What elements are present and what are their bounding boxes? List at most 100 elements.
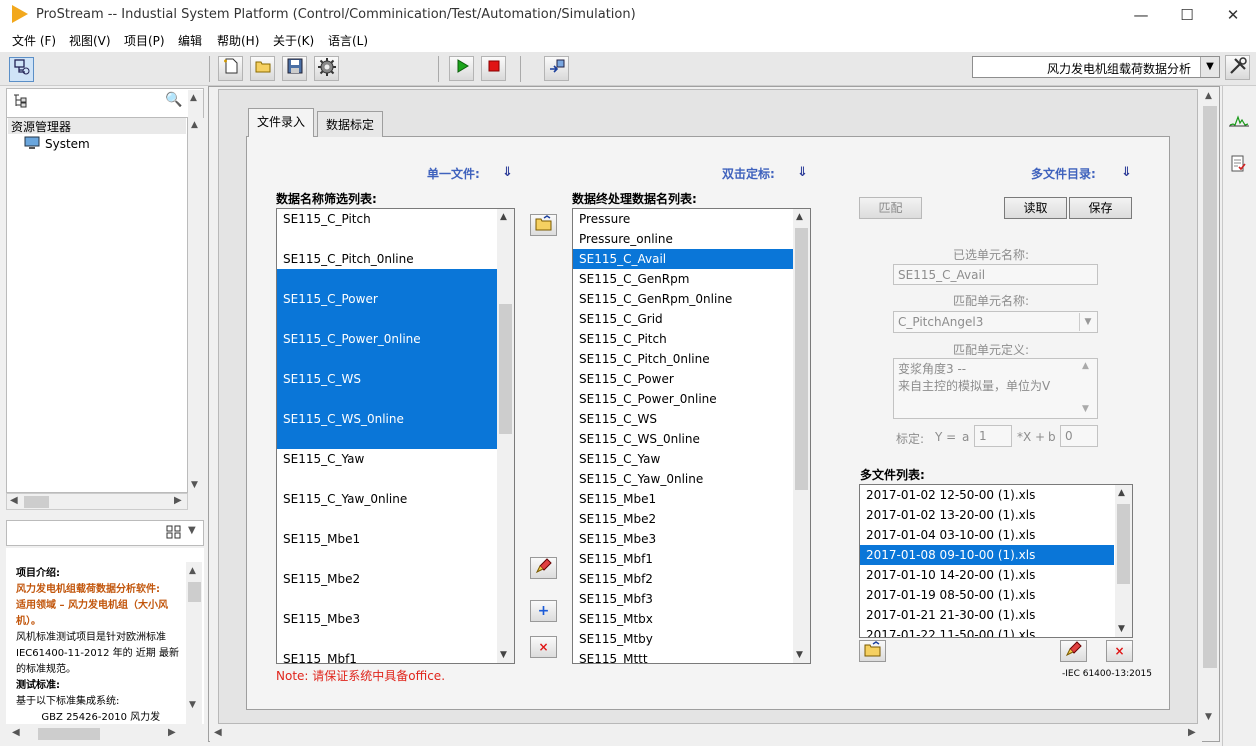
tree-scroll-right-icon[interactable]: ▶ bbox=[174, 495, 182, 506]
final-list-item[interactable]: SE115_C_Power_0nline bbox=[573, 389, 793, 409]
def-scroll-up-icon[interactable]: ▲ bbox=[1082, 361, 1089, 371]
filter-list-item[interactable] bbox=[277, 549, 497, 569]
multi-file-item[interactable]: 2017-01-19 08-50-00 (1).xls bbox=[860, 585, 1114, 605]
tab-file-input[interactable]: 文件录入 bbox=[248, 108, 314, 137]
swap-icon[interactable] bbox=[544, 56, 569, 81]
final-list-item[interactable]: SE115_C_Power bbox=[573, 369, 793, 389]
filter-scroll-up-icon[interactable]: ▲ bbox=[500, 212, 507, 222]
multi-scroll-down-icon[interactable]: ▼ bbox=[1118, 624, 1125, 634]
intro-hscroll-thumb[interactable] bbox=[38, 728, 100, 740]
final-list-item[interactable]: SE115_Mtby bbox=[573, 629, 793, 649]
minimize-button[interactable]: — bbox=[1118, 0, 1164, 30]
tree-scroll-down-icon[interactable]: ▼ bbox=[191, 480, 198, 490]
main-scroll-down-icon[interactable]: ▼ bbox=[1205, 712, 1212, 722]
final-listbox[interactable]: Pressure Pressure_online SE115_C_Avail SE11… bbox=[572, 208, 811, 664]
multi-import-button[interactable] bbox=[859, 640, 886, 662]
final-list-item[interactable]: SE115_Mbf2 bbox=[573, 569, 793, 589]
filter-list-item[interactable]: SE115_C_Pitch bbox=[277, 209, 497, 229]
final-list-item[interactable]: SE115_C_Avail bbox=[573, 249, 793, 269]
add-button[interactable]: + bbox=[530, 600, 557, 622]
final-scroll-down-icon[interactable]: ▼ bbox=[796, 650, 803, 660]
filter-list-item[interactable] bbox=[277, 269, 497, 289]
final-list-item[interactable]: Pressure bbox=[573, 209, 793, 229]
open-folder-icon[interactable] bbox=[250, 56, 275, 81]
filter-list-item[interactable]: SE115_C_Yaw_0nline bbox=[277, 489, 497, 509]
filter-list-item[interactable]: SE115_C_Yaw bbox=[277, 449, 497, 469]
menu-help[interactable]: 帮助(H) bbox=[217, 32, 259, 49]
remove-button[interactable]: × bbox=[530, 636, 557, 658]
final-list-item[interactable]: SE115_C_Grid bbox=[573, 309, 793, 329]
tree-scrollbar[interactable] bbox=[188, 117, 203, 493]
multi-remove-button[interactable]: × bbox=[1106, 640, 1133, 662]
final-list-item[interactable]: SE115_Mbe3 bbox=[573, 529, 793, 549]
checklist-icon[interactable] bbox=[1230, 155, 1248, 176]
filter-list-item[interactable] bbox=[277, 389, 497, 409]
collapse-chevron-icon[interactable]: ▼ bbox=[188, 525, 196, 536]
filter-list-item[interactable] bbox=[277, 229, 497, 249]
filter-list-item[interactable] bbox=[277, 589, 497, 609]
def-scroll-down-icon[interactable]: ▼ bbox=[1082, 404, 1089, 414]
calib-b-input[interactable]: 0 bbox=[1060, 425, 1098, 447]
menu-edit[interactable]: 编辑 bbox=[178, 32, 202, 49]
stop-icon[interactable] bbox=[481, 56, 506, 81]
calib-a-input[interactable]: 1 bbox=[974, 425, 1012, 447]
final-list-item[interactable]: SE115_C_GenRpm bbox=[573, 269, 793, 289]
final-list-item[interactable]: SE115_C_Pitch_0nline bbox=[573, 349, 793, 369]
multi-file-listbox[interactable]: 2017-01-02 12-50-00 (1).xls 2017-01-02 13… bbox=[859, 484, 1133, 638]
final-scroll-thumb[interactable] bbox=[795, 228, 808, 490]
filter-list-item[interactable] bbox=[277, 429, 497, 449]
clear-brush-button[interactable] bbox=[530, 557, 557, 579]
new-file-icon[interactable] bbox=[218, 56, 243, 81]
filter-list-item[interactable]: SE115_C_Pitch_0nline bbox=[277, 249, 497, 269]
filter-list-item[interactable] bbox=[277, 469, 497, 489]
menu-about[interactable]: 关于(K) bbox=[273, 32, 314, 49]
filter-list-item[interactable]: SE115_C_WS bbox=[277, 369, 497, 389]
chevron-down-icon[interactable]: ▼ bbox=[1200, 57, 1219, 77]
layout-grid-icon[interactable] bbox=[166, 525, 182, 542]
final-list-item[interactable]: SE115_Mbe1 bbox=[573, 489, 793, 509]
read-button[interactable]: 读取 bbox=[1004, 197, 1067, 219]
intro-scroll-up-icon[interactable]: ▲ bbox=[189, 566, 196, 576]
multi-scroll-up-icon[interactable]: ▲ bbox=[1118, 488, 1125, 498]
multi-file-item[interactable]: 2017-01-02 13-20-00 (1).xls bbox=[860, 505, 1114, 525]
multi-scroll-thumb[interactable] bbox=[1117, 504, 1130, 584]
tree-item-system[interactable]: System bbox=[45, 137, 90, 151]
import-folder-button[interactable] bbox=[530, 214, 557, 236]
final-list-item[interactable]: SE115_Mbf3 bbox=[573, 589, 793, 609]
tools-icon[interactable] bbox=[1225, 55, 1250, 80]
tab-data-calibration[interactable]: 数据标定 bbox=[317, 111, 383, 137]
menu-view[interactable]: 视图(V) bbox=[69, 32, 111, 49]
save-button[interactable]: 保存 bbox=[1069, 197, 1132, 219]
filter-list-item[interactable]: SE115_Mbe1 bbox=[277, 529, 497, 549]
filter-list-item[interactable] bbox=[277, 509, 497, 529]
match-def-textarea[interactable]: 变浆角度3 -- 来自主控的模拟量，单位为V bbox=[893, 358, 1098, 419]
tree-scroll-up-icon[interactable]: ▲ bbox=[191, 120, 198, 130]
filter-list-item[interactable]: SE115_Mbe2 bbox=[277, 569, 497, 589]
project-selector[interactable]: 风力发电机组载荷数据分析 ▼ bbox=[972, 56, 1220, 78]
search-icon[interactable]: 🔍 bbox=[165, 92, 182, 108]
final-scroll-up-icon[interactable]: ▲ bbox=[796, 212, 803, 222]
filter-list-item[interactable]: SE115_C_WS_0nline bbox=[277, 409, 497, 429]
final-list-item[interactable]: SE115_C_Pitch bbox=[573, 329, 793, 349]
filter-list-item[interactable]: SE115_C_Power_0nline bbox=[277, 329, 497, 349]
menu-project[interactable]: 项目(P) bbox=[124, 32, 165, 49]
intro-scroll-down-icon[interactable]: ▼ bbox=[189, 700, 196, 710]
tree-scroll-left-icon[interactable]: ◀ bbox=[10, 495, 18, 506]
multi-file-item[interactable]: 2017-01-21 21-30-00 (1).xls bbox=[860, 605, 1114, 625]
tree-view-icon[interactable] bbox=[12, 93, 30, 112]
match-unit-select[interactable]: C_PitchAngel3 bbox=[893, 311, 1098, 333]
match-unit-chevron-icon[interactable]: ▼ bbox=[1079, 313, 1096, 331]
filter-scroll-thumb[interactable] bbox=[499, 304, 512, 434]
filter-list-item[interactable] bbox=[277, 629, 497, 649]
final-list-item[interactable]: SE115_C_GenRpm_0nline bbox=[573, 289, 793, 309]
main-scroll-left-icon[interactable]: ◀ bbox=[214, 727, 222, 738]
match-button[interactable]: 匹配 bbox=[859, 197, 922, 219]
waveform-icon[interactable] bbox=[1228, 112, 1250, 131]
close-button[interactable]: ✕ bbox=[1210, 0, 1256, 30]
multi-file-item[interactable]: 2017-01-22 11-50-00 (1).xls bbox=[860, 625, 1114, 637]
filter-list-item[interactable]: SE115_Mbf1 bbox=[277, 649, 497, 663]
final-list-item[interactable]: Pressure_online bbox=[573, 229, 793, 249]
filter-scroll-down-icon[interactable]: ▼ bbox=[500, 650, 507, 660]
filter-list-item[interactable]: SE115_Mbe3 bbox=[277, 609, 497, 629]
settings-gear-icon[interactable] bbox=[314, 56, 339, 81]
